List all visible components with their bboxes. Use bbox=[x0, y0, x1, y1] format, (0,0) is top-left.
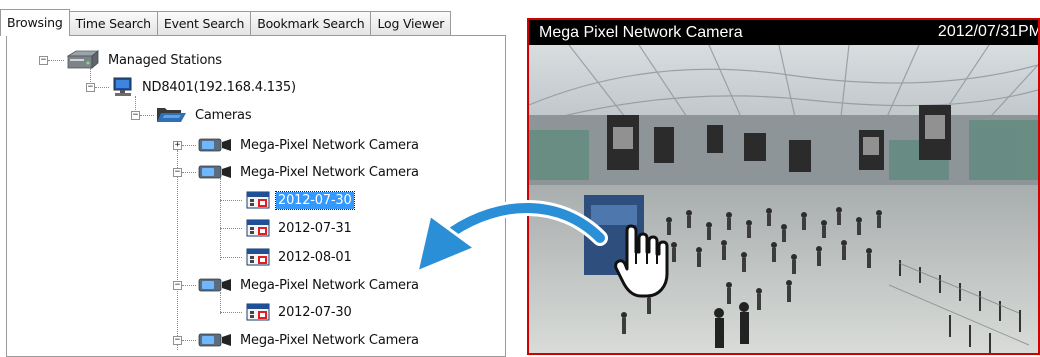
collapse-toggle-stations[interactable]: − bbox=[39, 56, 48, 65]
calendar-icon bbox=[246, 191, 270, 209]
folder-open-icon bbox=[155, 105, 187, 125]
tree-label: Mega-Pixel Network Camera bbox=[240, 332, 419, 348]
tree-label: Managed Stations bbox=[108, 52, 222, 68]
tree-node-camera[interactable]: Mega-Pixel Network Camera bbox=[198, 274, 421, 296]
tree-label: 2012-08-01 bbox=[278, 249, 352, 265]
tree-node-date[interactable]: 2012-07-31 bbox=[246, 217, 354, 239]
computer-icon bbox=[112, 77, 134, 97]
tree-label: Mega-Pixel Network Camera bbox=[240, 137, 419, 153]
tree-node-date[interactable]: 2012-08-01 bbox=[246, 246, 354, 268]
tree-label: ND8401(192.168.4.135) bbox=[142, 79, 296, 95]
station-tree: − − − + − − − Managed Stations ND8401(19… bbox=[0, 0, 500, 355]
collapse-toggle-camera-3[interactable]: − bbox=[173, 281, 182, 290]
camera-video-frame bbox=[529, 45, 1038, 353]
tree-node-camera[interactable]: Mega-Pixel Network Camera bbox=[198, 161, 421, 183]
tree-label: Mega-Pixel Network Camera bbox=[240, 277, 419, 293]
tree-node-date[interactable]: 2012-07-30 bbox=[246, 301, 354, 323]
tree-label: 2012-07-31 bbox=[278, 220, 352, 236]
viewer-timestamp: 2012/07/31PM bbox=[937, 23, 1040, 40]
tree-label: 2012-07-30 bbox=[275, 190, 355, 210]
collapse-toggle-camera-2[interactable]: − bbox=[173, 168, 182, 177]
viewer-camera-title: Mega Pixel Network Camera bbox=[539, 23, 743, 41]
tab-browsing[interactable]: Browsing bbox=[0, 9, 70, 36]
tree-label: Mega-Pixel Network Camera bbox=[240, 164, 419, 180]
collapse-toggle-station[interactable]: − bbox=[86, 83, 95, 92]
camera-icon bbox=[198, 333, 232, 347]
tree-node-cameras-folder[interactable]: Cameras bbox=[155, 104, 253, 126]
tree-label: 2012-07-30 bbox=[278, 304, 352, 320]
camera-icon bbox=[198, 278, 232, 292]
camera-icon bbox=[198, 138, 232, 152]
camera-icon bbox=[198, 165, 232, 179]
collapse-toggle-cameras[interactable]: − bbox=[131, 111, 140, 120]
expand-toggle-camera-1[interactable]: + bbox=[173, 141, 182, 150]
calendar-icon bbox=[246, 303, 270, 321]
calendar-icon bbox=[246, 219, 270, 237]
tree-label: Cameras bbox=[195, 107, 252, 123]
tree-node-date[interactable]: 2012-07-30 bbox=[246, 189, 355, 211]
tree-node-station[interactable]: ND8401(192.168.4.135) bbox=[112, 76, 298, 98]
station-icon bbox=[64, 50, 100, 70]
tree-node-camera[interactable]: Mega-Pixel Network Camera bbox=[198, 329, 421, 351]
calendar-icon bbox=[246, 248, 270, 266]
collapse-toggle-camera-4[interactable]: − bbox=[173, 336, 182, 345]
browser-panel: Browsing Time Search Event Search Bookma… bbox=[0, 0, 512, 357]
tree-node-camera[interactable]: Mega-Pixel Network Camera bbox=[198, 134, 421, 156]
viewer-title-bar: Mega Pixel Network Camera 2012/07/31PM bbox=[529, 20, 1038, 45]
video-viewer[interactable]: Mega Pixel Network Camera 2012/07/31PM bbox=[527, 18, 1040, 355]
tree-node-managed-stations[interactable]: Managed Stations bbox=[64, 49, 224, 71]
